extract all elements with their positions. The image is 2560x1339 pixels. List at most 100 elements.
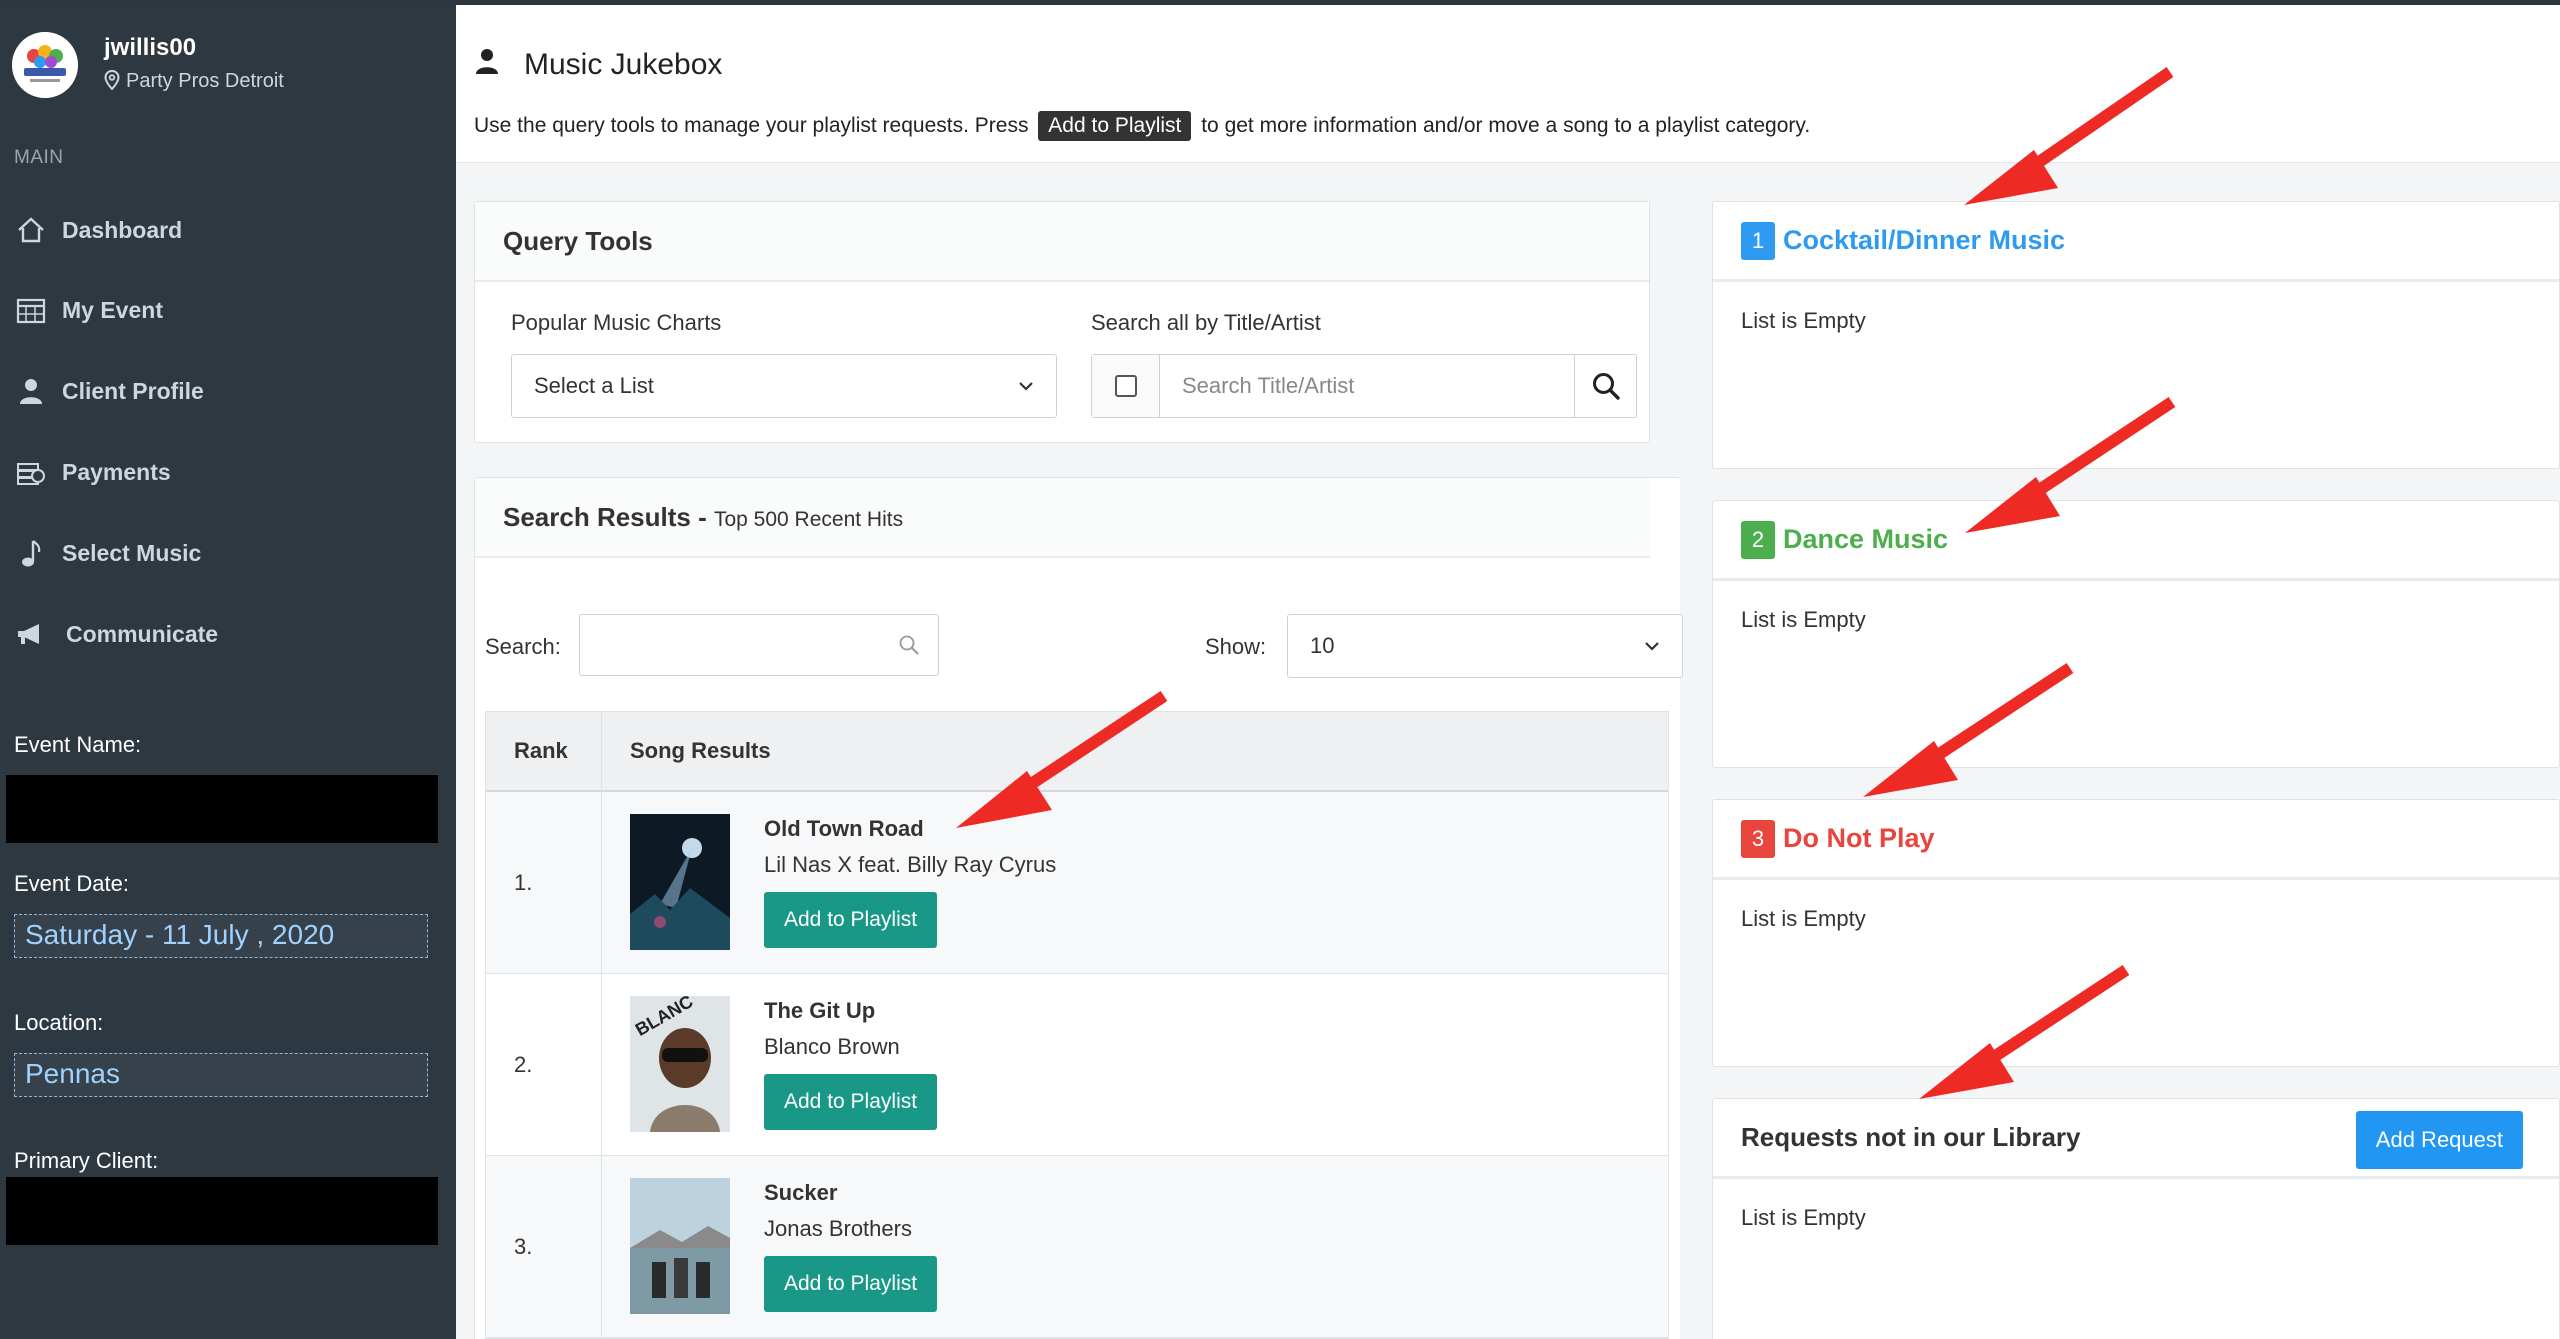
song-cell: Sucker Jonas Brothers Add to Playlist: [602, 1156, 1668, 1337]
song-title: Sucker: [764, 1180, 838, 1205]
show-count-value: 10: [1310, 633, 1335, 658]
nav-communicate[interactable]: Communicate: [0, 599, 456, 669]
add-to-playlist-button[interactable]: Add to Playlist: [764, 1074, 938, 1130]
event-date-field[interactable]: Saturday - 11 July , 2020: [14, 914, 428, 958]
sidebar: jwillis00 Party Pros Detroit MAIN Dashbo…: [0, 0, 456, 1339]
search-results-subtitle: Top 500 Recent Hits: [713, 508, 904, 531]
nav-section-heading: MAIN: [14, 147, 64, 168]
popular-charts-label: Popular Music Charts: [511, 310, 722, 335]
show-count-select[interactable]: 10: [1287, 614, 1683, 678]
table-row: 1. Old Town Road Lil Nas X feat. Billy R…: [486, 792, 1668, 974]
user-icon: [474, 47, 500, 83]
rank-cell: 2.: [486, 974, 602, 1155]
column-header-rank[interactable]: Rank: [486, 712, 602, 790]
column-header-song[interactable]: Song Results: [602, 712, 771, 790]
nav-select-music-label: Select Music: [62, 539, 202, 566]
popular-charts-select-value: Select a List: [534, 373, 654, 398]
top-bar: [0, 0, 2560, 5]
nav-payments[interactable]: Payments: [0, 437, 456, 507]
results-search-input[interactable]: [579, 614, 939, 676]
nav-my-event[interactable]: My Event: [0, 275, 456, 345]
query-tools-panel: Query Tools Popular Music Charts Select …: [474, 201, 1650, 443]
music-note-icon: [14, 536, 48, 570]
search-results-title: Search Results - Top 500 Recent Hits: [503, 502, 903, 533]
song-artist: Blanco Brown: [764, 1034, 900, 1059]
nav-select-music[interactable]: Select Music: [0, 518, 456, 588]
playlist-body: List is Empty: [1741, 308, 1866, 333]
search-option-checkbox[interactable]: [1114, 375, 1137, 397]
main-content: Music Jukebox Use the query tools to man…: [456, 5, 2560, 1339]
search-title-artist-input[interactable]: Search Title/Artist: [1160, 355, 1574, 417]
playlist-title: Dance Music: [1783, 524, 1949, 554]
nav-client-profile[interactable]: Client Profile: [0, 356, 456, 426]
nav-dashboard[interactable]: Dashboard: [0, 195, 456, 265]
event-name-label: Event Name:: [14, 732, 142, 757]
playlist-dance-music: 2 Dance Music List is Empty: [1712, 500, 2560, 768]
avatar[interactable]: [12, 32, 78, 98]
song-title: Old Town Road: [764, 816, 924, 841]
playlist-number-badge: 1: [1741, 221, 1775, 260]
rank-cell: 3.: [486, 1156, 602, 1337]
user-location: Party Pros Detroit: [104, 69, 284, 93]
party-pros-logo-icon: [12, 32, 78, 98]
playlist-do-not-play: 3 Do Not Play List is Empty: [1712, 799, 2560, 1067]
playlist-title: Cocktail/Dinner Music: [1783, 225, 2066, 255]
search-results-panel: Search Results - Top 500 Recent Hits Sea…: [474, 477, 1683, 1339]
location-label: Location:: [14, 1010, 104, 1035]
username: jwillis00: [104, 34, 197, 61]
user-icon: [14, 374, 48, 408]
search-title-artist-label: Search all by Title/Artist: [1091, 310, 1321, 335]
playlist-body: List is Empty: [1741, 906, 1866, 931]
playlist-number-badge: 2: [1741, 520, 1775, 559]
map-pin-icon: [104, 69, 120, 91]
requests-panel: Requests not in our Library Add Request …: [1712, 1098, 2560, 1339]
nav-payments-label: Payments: [62, 458, 171, 485]
song-cell: BLANC The Git Up Blanco Brown Add to Pla…: [602, 974, 1668, 1155]
popular-charts-select[interactable]: Select a List: [511, 354, 1057, 418]
song-title: The Git Up: [764, 998, 876, 1023]
album-cover-image: [630, 814, 730, 950]
playlist-title: Do Not Play: [1783, 823, 1935, 853]
album-cover-image: [630, 1178, 730, 1314]
calendar-icon: [14, 293, 48, 327]
nav-my-event-label: My Event: [62, 296, 163, 323]
page-title-text: Music Jukebox: [524, 48, 723, 81]
primary-client-value-redacted: [6, 1177, 438, 1245]
add-request-button[interactable]: Add Request: [2355, 1111, 2523, 1169]
page-title: Music Jukebox: [474, 47, 722, 83]
playlist-header[interactable]: 2 Dance Music: [1713, 501, 2559, 581]
intro-text: Use the query tools to manage your playl…: [474, 111, 1810, 141]
query-tools-title: Query Tools: [503, 226, 653, 256]
money-stack-icon: [14, 455, 48, 489]
results-table-header: Rank Song Results: [486, 712, 1668, 792]
home-icon: [14, 213, 48, 247]
intro-before: Use the query tools to manage your playl…: [474, 114, 1029, 137]
add-to-playlist-button[interactable]: Add to Playlist: [764, 892, 938, 948]
requests-body: List is Empty: [1741, 1205, 1866, 1230]
primary-client-label: Primary Client:: [14, 1148, 159, 1173]
show-label: Show:: [1205, 634, 1267, 659]
requests-title: Requests not in our Library: [1741, 1122, 2081, 1152]
page-header: Music Jukebox Use the query tools to man…: [456, 5, 2560, 163]
megaphone-icon: [14, 617, 48, 651]
add-to-playlist-button[interactable]: Add to Playlist: [764, 1256, 938, 1312]
search-results-title-text: Search Results -: [503, 502, 707, 532]
rank-cell: 1.: [486, 792, 602, 973]
search-button[interactable]: [1574, 355, 1636, 417]
chevron-down-icon: [1645, 642, 1659, 651]
event-date-label: Event Date:: [14, 871, 129, 896]
playlist-header[interactable]: 1 Cocktail/Dinner Music: [1713, 202, 2559, 282]
playlist-header[interactable]: 3 Do Not Play: [1713, 800, 2559, 880]
song-artist: Lil Nas X feat. Billy Ray Cyrus: [764, 852, 1057, 877]
search-title-artist-group: Search Title/Artist: [1091, 354, 1637, 418]
location-field[interactable]: Pennas: [14, 1053, 428, 1097]
search-icon: [1592, 373, 1620, 400]
playlist-body: List is Empty: [1741, 607, 1866, 632]
nav-communicate-label: Communicate: [66, 620, 219, 647]
query-tools-header: Query Tools: [475, 202, 1649, 282]
song-cell: Old Town Road Lil Nas X feat. Billy Ray …: [602, 792, 1668, 973]
table-row: 3. Sucker Jonas Brothers Add to Playlist: [486, 1156, 1668, 1338]
song-artist: Jonas Brothers: [764, 1216, 912, 1241]
search-results-header: Search Results - Top 500 Recent Hits: [475, 478, 1650, 558]
intro-add-to-playlist-tag: Add to Playlist: [1038, 111, 1192, 141]
